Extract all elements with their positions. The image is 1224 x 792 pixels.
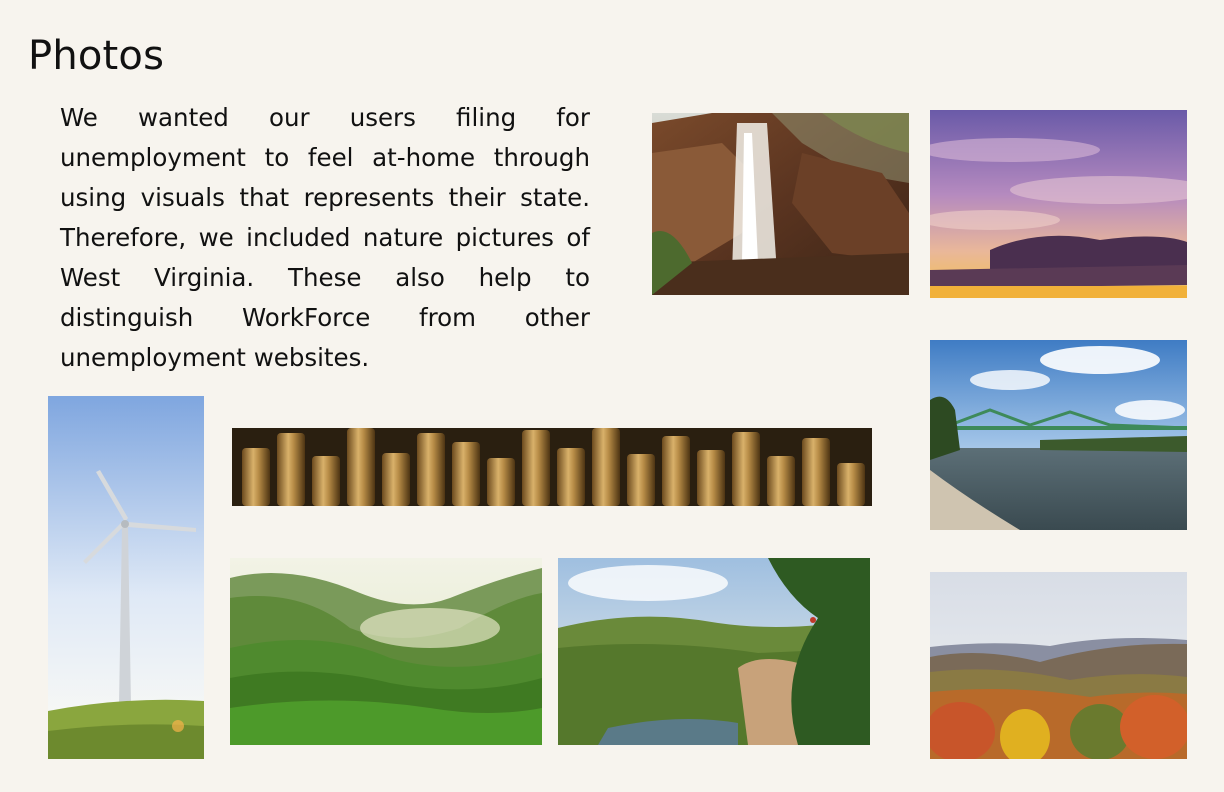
- photo-wind-turbine: [48, 396, 204, 759]
- photo-autumn-hills: [930, 572, 1187, 759]
- photo-sunset-sky: [930, 110, 1187, 298]
- photo-waterfall: [652, 113, 909, 295]
- photo-gorge-overlook: [558, 558, 870, 745]
- intro-paragraph: We wanted our users filing for unemploym…: [60, 103, 590, 372]
- photo-misty-green-valley: [230, 558, 542, 745]
- page-title: Photos: [28, 33, 165, 79]
- photo-river-bridge: [930, 340, 1187, 530]
- photo-brass-cylinders: [232, 428, 872, 506]
